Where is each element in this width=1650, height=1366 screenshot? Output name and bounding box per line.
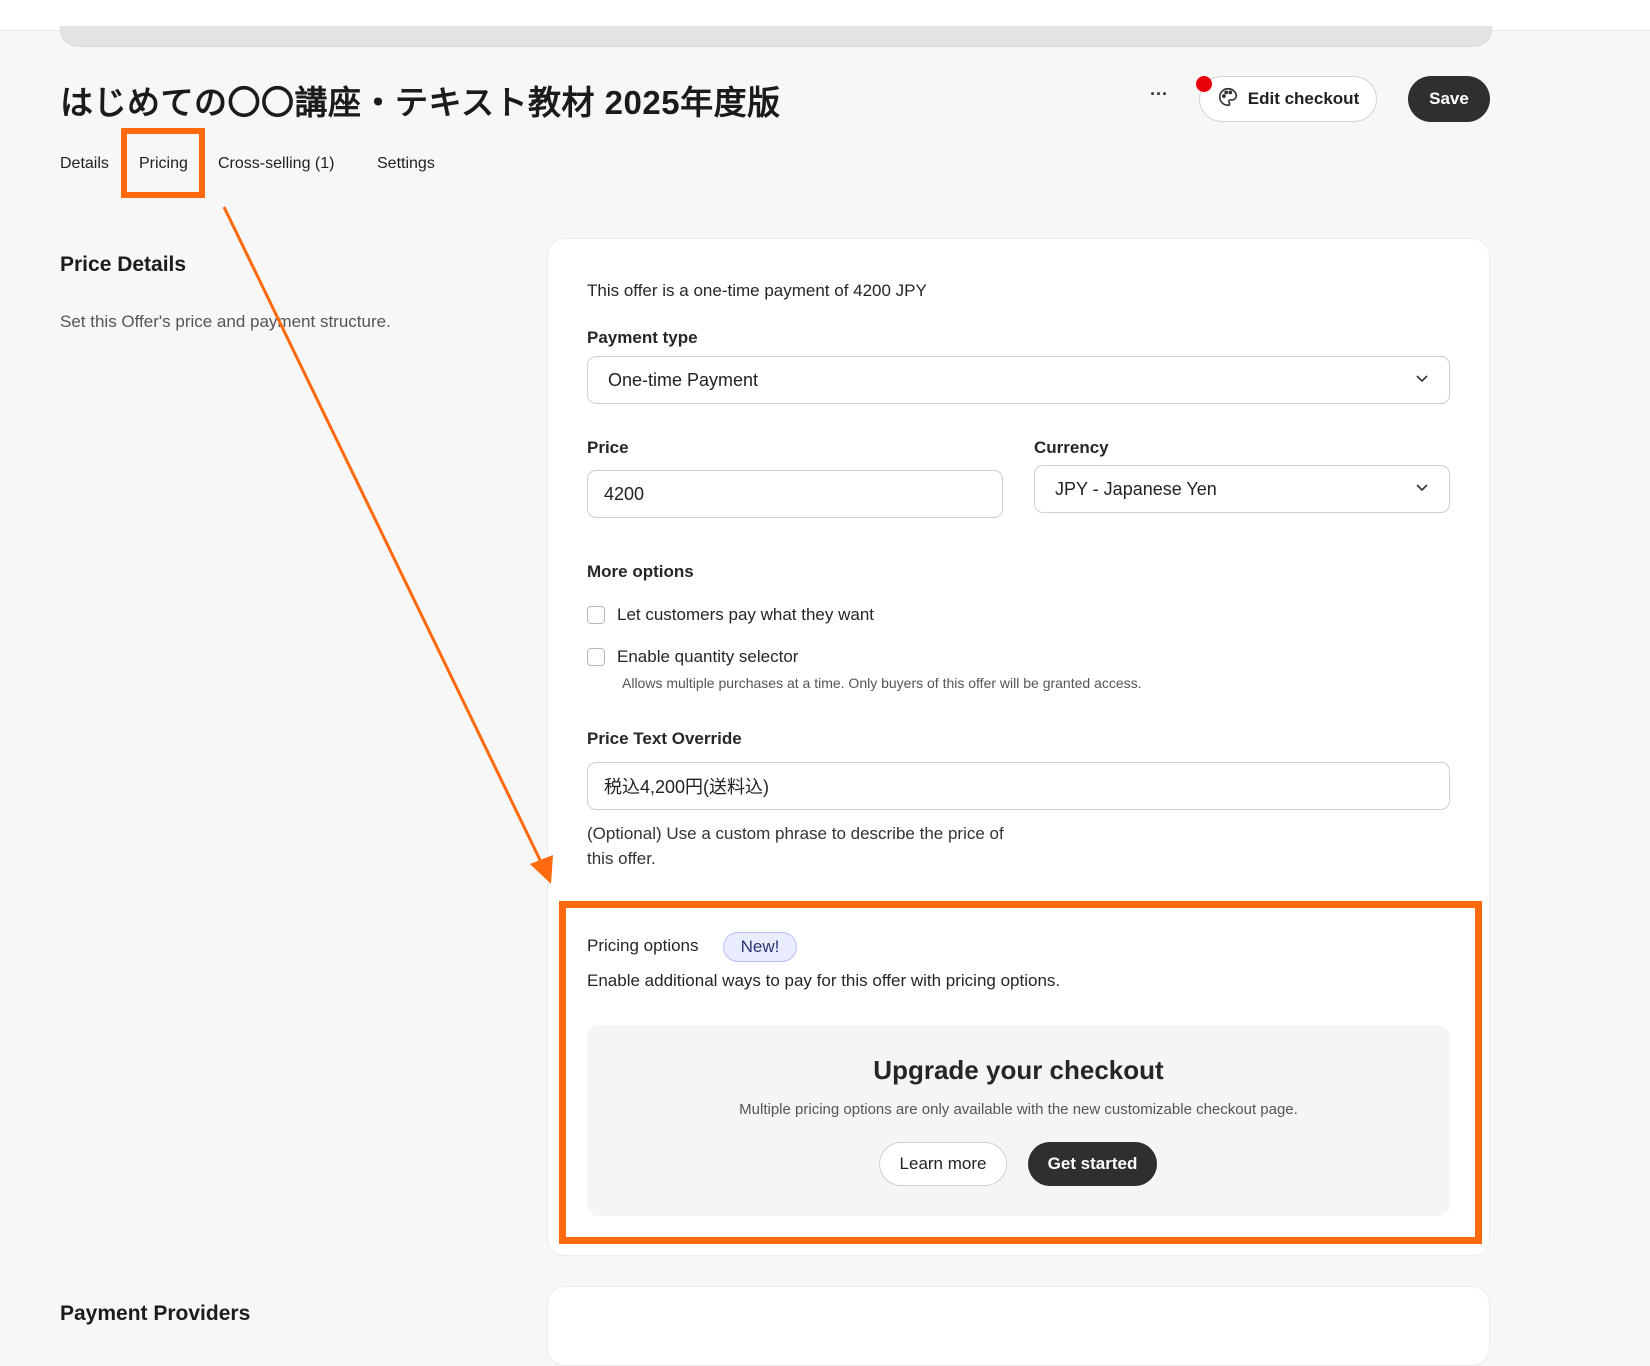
payment-type-label: Payment type (587, 328, 698, 347)
annotation-arrow-line (222, 206, 543, 863)
edit-checkout-label: Edit checkout (1247, 89, 1360, 108)
save-button[interactable]: Save (1408, 76, 1490, 122)
chevron-down-icon (1416, 375, 1428, 383)
payment-type-value: One-time Payment (608, 369, 759, 390)
palette-icon (1217, 86, 1239, 113)
more-options-label: More options (587, 562, 694, 581)
currency-label: Currency (1034, 438, 1109, 457)
tab-cross-selling[interactable]: Cross-selling (1) (218, 155, 334, 173)
quantity-selector-note: Allows multiple purchases at a time. Onl… (622, 675, 1142, 691)
more-options-button[interactable]: ··· (1146, 85, 1172, 110)
pricing-summary: This offer is a one-time payment of 4200… (587, 281, 927, 300)
pay-what-you-want-label[interactable]: Let customers pay what they want (617, 605, 874, 625)
header-strip (60, 26, 1492, 47)
edit-checkout-button[interactable]: Edit checkout (1199, 76, 1377, 122)
quantity-selector-label[interactable]: Enable quantity selector (617, 647, 798, 667)
payment-type-select[interactable]: One-time Payment (587, 356, 1450, 404)
price-override-value: 税込4,200円(送料込) (604, 777, 770, 797)
payment-providers-card (547, 1286, 1490, 1366)
notification-dot (1196, 76, 1212, 92)
page-title: はじめての〇〇講座・テキスト教材 2025年度版 (60, 84, 781, 121)
price-input[interactable]: 4200 (587, 470, 1003, 518)
pricing-tab-highlight (121, 128, 205, 198)
tab-settings[interactable]: Settings (377, 155, 435, 173)
price-override-help: (Optional) Use a custom phrase to descri… (587, 824, 1004, 868)
price-value: 4200 (604, 483, 645, 504)
quantity-selector-checkbox[interactable] (587, 648, 605, 666)
currency-select[interactable]: JPY - Japanese Yen (1034, 465, 1450, 513)
price-override-label: Price Text Override (587, 729, 742, 748)
tab-details[interactable]: Details (60, 155, 109, 173)
payment-providers-title: Payment Providers (60, 1302, 251, 1325)
price-label: Price (587, 438, 629, 457)
pay-what-you-want-checkbox[interactable] (587, 606, 605, 624)
chevron-down-icon (1416, 484, 1428, 492)
price-details-subtitle: Set this Offer's price and payment struc… (60, 312, 391, 331)
price-override-input[interactable]: 税込4,200円(送料込) (587, 762, 1450, 810)
price-details-title: Price Details (60, 253, 187, 276)
currency-value: JPY - Japanese Yen (1055, 478, 1217, 499)
pricing-options-highlight (559, 901, 1482, 1244)
